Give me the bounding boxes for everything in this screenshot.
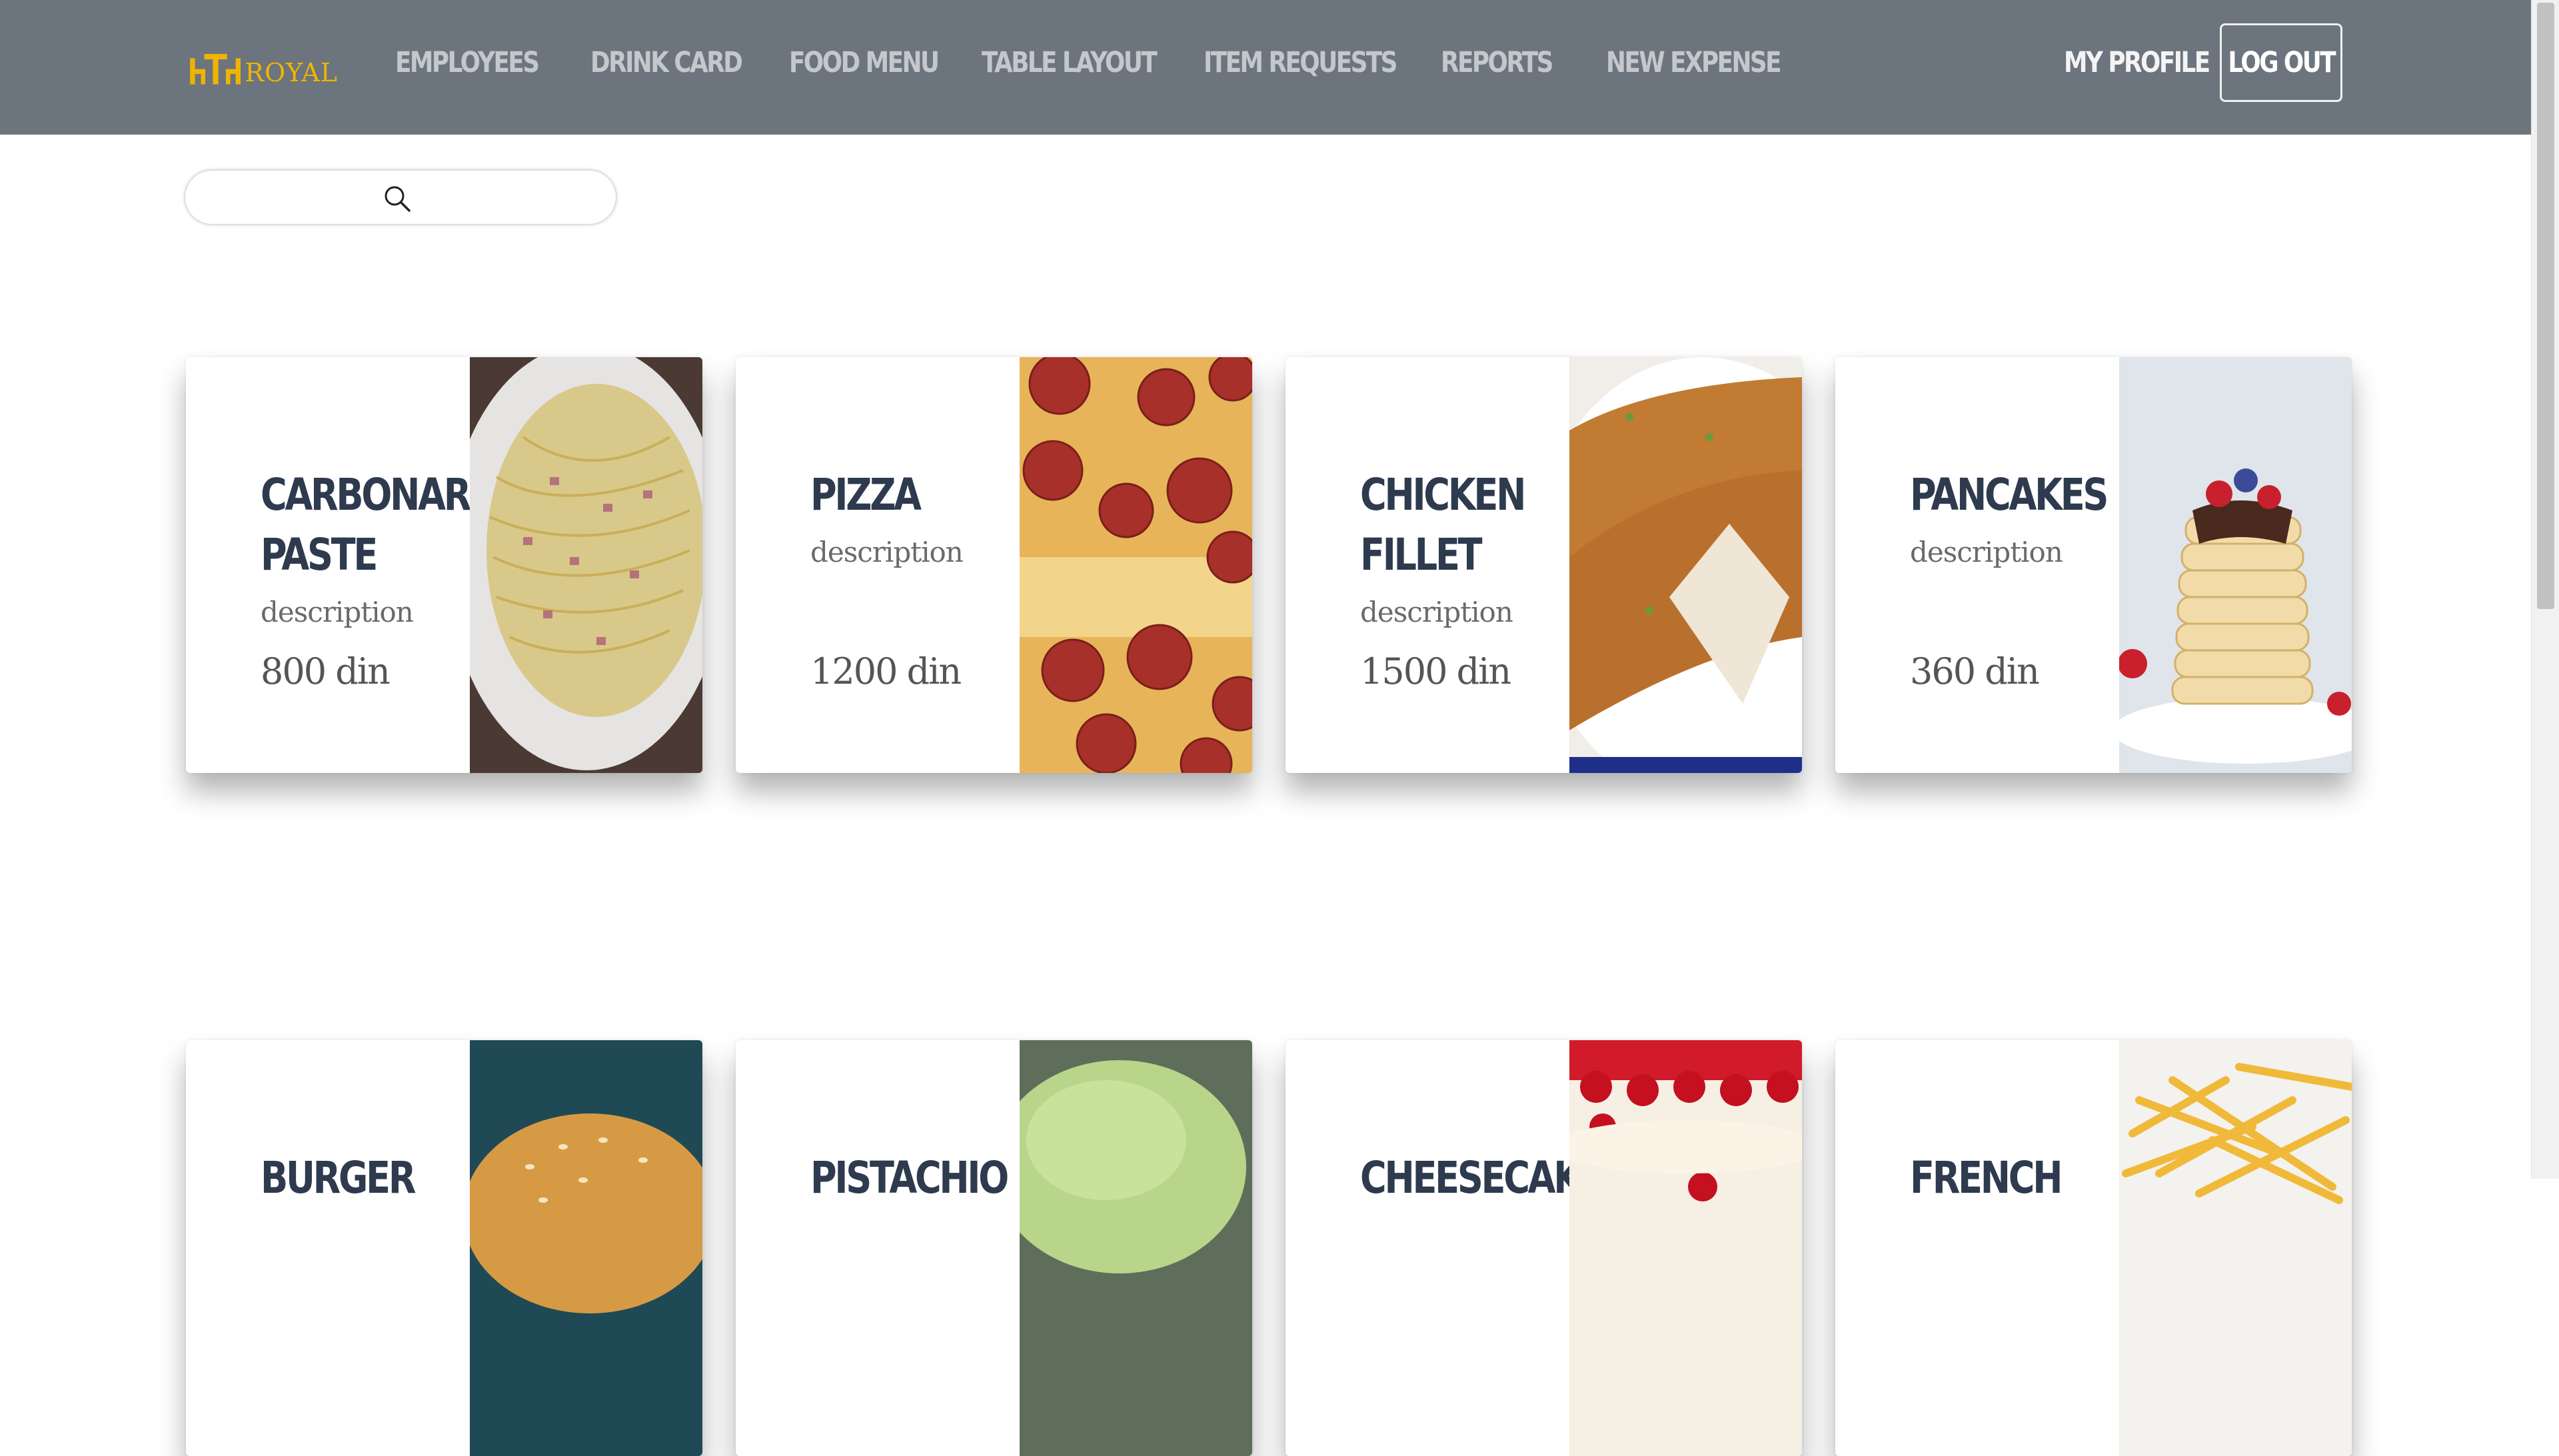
card-info: PIZZA description 1200 din — [736, 357, 1020, 773]
card-info: CARBONARA PASTE description 800 din — [186, 357, 497, 773]
card-title: CHICKEN FILLET — [1360, 469, 1526, 580]
pizza-image — [1020, 357, 1252, 773]
card-description: description — [810, 536, 964, 568]
brand-logo[interactable]: ROYAL — [188, 47, 338, 90]
nav-my-profile[interactable]: MY PROFILE — [2064, 41, 2210, 84]
card-title: CARBONARA PASTE — [261, 469, 497, 580]
nav-food-menu[interactable]: FOOD MENU — [789, 41, 940, 84]
page-scrollbar[interactable] — [2531, 0, 2559, 1179]
nav-employees[interactable]: EMPLOYEES — [395, 41, 540, 84]
logout-label: LOG OUT — [2228, 46, 2336, 79]
chicken-fillet-image — [1569, 357, 1802, 773]
card-price: 1200 din — [810, 650, 962, 692]
card-title: PISTACHIO — [810, 1152, 1009, 1203]
top-navbar: ROYAL EMPLOYEES DRINK CARD FOOD MENU TAB… — [0, 0, 2531, 135]
nav-table-layout[interactable]: TABLE LAYOUT — [982, 41, 1158, 84]
menu-card-chicken-fillet[interactable]: CHICKEN FILLET description 1500 din — [1285, 357, 1802, 773]
nav-reports[interactable]: REPORTS — [1441, 41, 1553, 84]
card-info: PANCAKES description 360 din — [1835, 357, 2119, 773]
menu-card-pistachio[interactable]: PISTACHIO — [736, 1040, 1252, 1456]
menu-card-pancakes[interactable]: PANCAKES description 360 din — [1835, 357, 2352, 773]
card-price: 1500 din — [1360, 650, 1511, 692]
card-info: CHICKEN FILLET description 1500 din — [1285, 357, 1569, 773]
card-description: description — [1360, 596, 1513, 628]
card-info: CHEESECAKE — [1285, 1040, 1604, 1456]
card-title: CHEESECAKE — [1360, 1152, 1604, 1203]
card-title: FRENCH — [1910, 1152, 2063, 1203]
card-info: FRENCH — [1835, 1040, 2119, 1456]
burger-image — [470, 1040, 702, 1456]
card-description: description — [1910, 536, 2063, 568]
nav-drink-card[interactable]: DRINK CARD — [590, 41, 743, 84]
search-icon[interactable] — [383, 184, 412, 213]
search-input[interactable] — [205, 179, 554, 217]
menu-card-burger[interactable]: BURGER — [186, 1040, 702, 1456]
logout-button[interactable]: LOG OUT — [2220, 23, 2342, 102]
nav-new-expense[interactable]: NEW EXPENSE — [1606, 41, 1782, 84]
pistachio-ice-cream-image — [1020, 1040, 1252, 1456]
card-description: description — [261, 596, 414, 628]
card-title: BURGER — [261, 1152, 417, 1203]
nav-item-requests[interactable]: ITEM REQUESTS — [1204, 41, 1397, 84]
scrollbar-thumb[interactable] — [2537, 3, 2554, 609]
french-fries-image — [2119, 1040, 2352, 1456]
card-price: 800 din — [261, 650, 391, 692]
card-title: PIZZA — [810, 469, 922, 520]
carbonara-image — [470, 357, 702, 773]
cheesecake-image — [1569, 1040, 1802, 1456]
table-chairs-logo-icon — [190, 53, 241, 85]
menu-card-french-fries[interactable]: FRENCH — [1835, 1040, 2352, 1456]
card-price: 360 din — [1910, 650, 2040, 692]
brand-name: ROYAL — [245, 57, 338, 87]
menu-card-pizza[interactable]: PIZZA description 1200 din — [736, 357, 1252, 773]
search-bar — [185, 171, 616, 224]
card-info: PISTACHIO — [736, 1040, 1020, 1456]
pancakes-image — [2119, 357, 2352, 773]
menu-card-cheesecake[interactable]: CHEESECAKE — [1285, 1040, 1802, 1456]
card-title: PANCAKES — [1910, 469, 2109, 520]
card-info: BURGER — [186, 1040, 470, 1456]
menu-card-carbonara[interactable]: CARBONARA PASTE description 800 din — [186, 357, 702, 773]
